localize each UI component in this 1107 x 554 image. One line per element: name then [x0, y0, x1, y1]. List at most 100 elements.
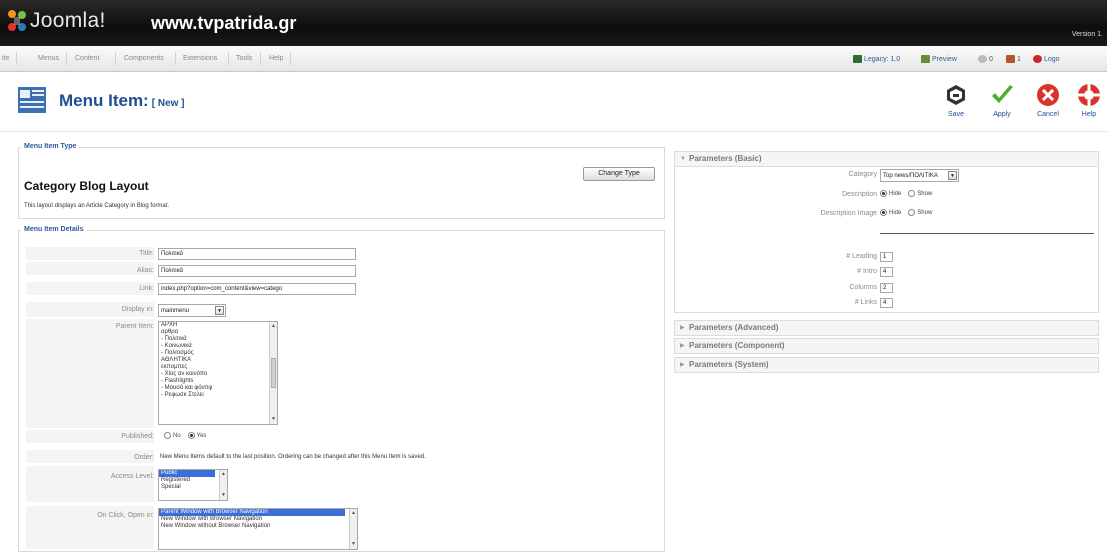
order-label: Order: [134, 454, 154, 461]
intro-field[interactable]: 4 [880, 267, 893, 277]
messages-status[interactable]: 0 [978, 55, 993, 63]
cancel-button[interactable]: Cancel [1030, 78, 1066, 128]
admin-menu-bar: ite Menus Content Components Extensions … [0, 46, 1107, 72]
list-item[interactable]: - Ρεφωσκ Στελει [159, 392, 277, 399]
scroll-up-icon[interactable]: ▲ [270, 323, 277, 330]
preview-link[interactable]: Preview [921, 55, 957, 63]
label-cell [26, 282, 154, 296]
menu-divider [16, 52, 17, 65]
apply-button[interactable]: Apply [984, 78, 1020, 128]
list-item[interactable]: New Window with Browser Navigation [159, 516, 357, 523]
parent-item-listbox[interactable]: ΑΡΧΗ αρθρα - Πολιτικά - Κοινωνικά - Πολι… [158, 321, 278, 425]
parent-item-label: Parent Item: [115, 323, 154, 330]
link-field: index.php?option=com_content&view=catego [158, 283, 356, 295]
joomla-wordmark: Joomla! [30, 9, 106, 32]
header-bar: Joomla! www.tvpatrida.gr Version 1. [0, 0, 1107, 46]
category-value: Top news/ΠΟΛΙΤΙΚΑ [883, 173, 938, 179]
menu-extensions[interactable]: Extensions [183, 55, 217, 62]
list-item[interactable]: Parent Window with Browser Navigation [159, 509, 345, 516]
on-click-open-listbox[interactable]: Parent Window with Browser Navigation Ne… [158, 508, 358, 550]
on-click-open-label: On Click, Open in: [97, 512, 154, 519]
legacy-label: Legacy: 1.0 [864, 55, 901, 63]
published-yes-radio[interactable] [187, 432, 195, 439]
menu-site[interactable]: ite [2, 55, 9, 62]
save-label: Save [948, 111, 964, 118]
category-select[interactable]: Top news/ΠΟΛΙΤΙΚΑ ▼ [880, 169, 959, 182]
cancel-icon [1037, 84, 1059, 106]
list-item[interactable]: - Πολιτισμός [159, 350, 277, 357]
scroll-down-icon[interactable]: ▼ [270, 416, 277, 423]
parameters-component-header[interactable]: ▶ Parameters (Component) [674, 338, 1099, 354]
list-item[interactable]: Special [159, 484, 227, 491]
list-item[interactable]: ΑΡΧΗ [159, 322, 277, 329]
menu-divider [175, 52, 176, 65]
link-label: Link: [139, 285, 154, 292]
save-button[interactable]: Save [938, 78, 974, 128]
lifebuoy-icon [1078, 84, 1100, 106]
scrollbar[interactable]: ▲ ▼ [219, 470, 227, 500]
list-item[interactable]: - Flashlights [159, 378, 277, 385]
title-field[interactable]: Πολιτικά [158, 248, 356, 260]
parameters-component-title: Parameters (Component) [689, 341, 785, 350]
links-field[interactable]: 4 [880, 298, 893, 308]
columns-field[interactable]: 2 [880, 283, 893, 293]
alias-field[interactable]: Πολιτικά [158, 265, 356, 277]
change-type-button[interactable]: Change Type [583, 167, 655, 181]
list-item[interactable]: αρθρα [159, 329, 277, 336]
menu-content[interactable]: Content [75, 55, 100, 62]
parameters-basic-header[interactable]: ▼ Parameters (Basic) [674, 151, 1099, 167]
preview-icon [921, 55, 930, 63]
help-button[interactable]: Help [1071, 78, 1107, 128]
category-label: Category [848, 171, 877, 178]
expand-triangle-icon: ▶ [680, 362, 685, 368]
scroll-up-icon[interactable]: ▲ [220, 471, 227, 478]
help-label: Help [1081, 111, 1097, 118]
parameters-advanced-title: Parameters (Advanced) [689, 323, 779, 332]
menu-help[interactable]: Help [269, 55, 283, 62]
list-item[interactable]: - Μουσό και φόντιφ [159, 385, 277, 392]
menu-menus[interactable]: Menus [38, 55, 59, 62]
description-image-hide-radio[interactable] [880, 209, 887, 216]
scrollbar[interactable]: ▲ ▼ [349, 509, 357, 549]
legacy-status[interactable]: Legacy: 1.0 [853, 55, 900, 63]
list-item[interactable]: New Window without Browser Navigation [159, 523, 357, 530]
list-item[interactable]: εκπομπες [159, 364, 277, 371]
description-label: Description [841, 191, 877, 198]
display-in-value: mainmenu [161, 308, 190, 314]
scroll-thumb[interactable] [271, 358, 276, 388]
scroll-down-icon[interactable]: ▼ [220, 492, 227, 499]
users-status[interactable]: 1 [1006, 55, 1021, 63]
list-item[interactable]: - Κοινωνικά [159, 343, 277, 350]
display-in-select[interactable]: mainmenu ▼ [158, 304, 226, 317]
description-image-show-radio[interactable] [908, 209, 916, 216]
published-no-radio[interactable] [164, 432, 171, 439]
logout-link[interactable]: Logo [1033, 55, 1060, 63]
menu-divider [66, 52, 67, 65]
menu-divider [290, 52, 291, 65]
scroll-down-icon[interactable]: ▼ [350, 541, 357, 548]
alias-label: Alias: [136, 267, 154, 274]
messages-icon [978, 55, 987, 63]
label-cell [26, 319, 154, 429]
parameters-system-header[interactable]: ▶ Parameters (System) [674, 357, 1099, 373]
list-item[interactable]: - Πολιτικά [159, 336, 277, 343]
list-item[interactable]: Public [159, 470, 215, 477]
scroll-up-icon[interactable]: ▲ [350, 510, 357, 517]
order-text: New Menu Items default to the last posit… [160, 454, 426, 460]
description-show-radio[interactable] [908, 190, 916, 197]
users-icon [1006, 55, 1015, 63]
menu-tools[interactable]: Tools [236, 55, 252, 62]
expand-triangle-icon: ▶ [680, 325, 685, 331]
divider [880, 233, 1094, 234]
description-hide-radio[interactable] [880, 190, 887, 197]
list-item[interactable]: - Χίος αν κοινόπο [159, 371, 277, 378]
leading-field[interactable]: 1 [880, 252, 893, 262]
list-item[interactable]: ΑΘΛΗΤΙΚΑ [159, 357, 277, 364]
access-level-listbox[interactable]: Public Registered Special ▲ ▼ [158, 469, 228, 501]
parameters-advanced-header[interactable]: ▶ Parameters (Advanced) [674, 320, 1099, 336]
list-item[interactable]: Registered [159, 477, 227, 484]
menu-divider [260, 52, 261, 65]
menu-components[interactable]: Components [124, 55, 164, 62]
links-label: # Links [854, 299, 877, 306]
scrollbar[interactable]: ▲ ▼ [269, 322, 277, 424]
